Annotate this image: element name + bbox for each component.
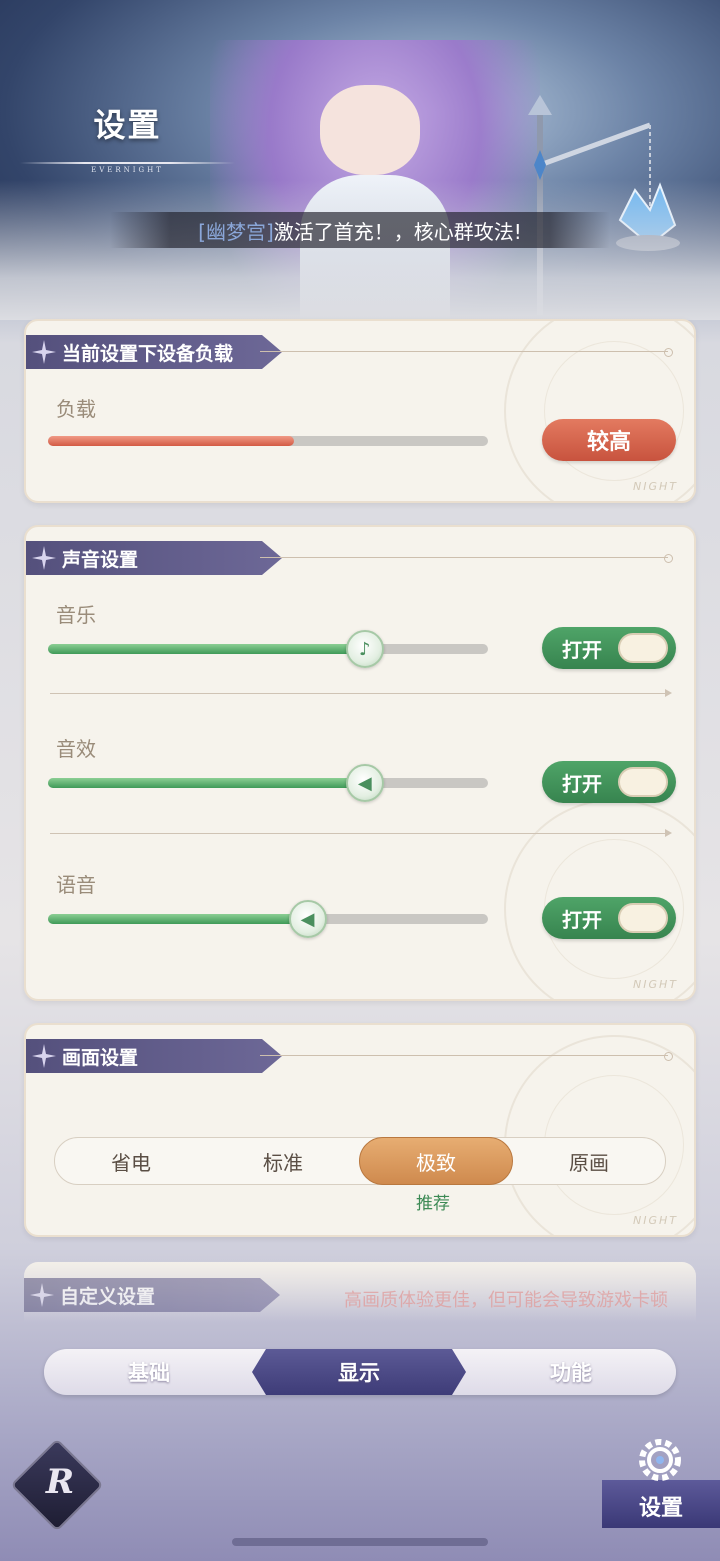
sfx-toggle[interactable]: 打开	[542, 761, 676, 803]
quality-option-ultra[interactable]: 极致	[359, 1137, 513, 1185]
custom-settings-card: 自定义设置 高画质体验更佳，但可能会导致游戏卡顿	[24, 1262, 696, 1322]
voice-slider-fill	[48, 914, 308, 924]
music-toggle[interactable]: 打开	[542, 627, 676, 669]
title-subtitle: EVERNIGHT	[91, 166, 164, 174]
sound-settings-card: NIGHT 声音设置 音乐 ♪ 打开 音效 ◀ 打开 语音 ◀ 打开	[24, 525, 696, 1001]
banner-message: 激活了首充！，核心群攻法!	[273, 219, 522, 244]
logo-letter: R	[45, 1462, 75, 1502]
section-title: 自定义设置	[60, 1285, 156, 1308]
recommend-label: 推荐	[416, 1194, 450, 1214]
music-note-icon[interactable]: ♪	[345, 630, 384, 668]
section-header-load: 当前设置下设备负载	[26, 335, 282, 369]
device-load-card: NIGHT 当前设置下设备负载 负载 较高	[24, 319, 696, 503]
card-watermark: NIGHT	[633, 480, 678, 493]
section-title: 声音设置	[62, 548, 139, 571]
section-title: 画面设置	[62, 1046, 139, 1069]
section-header-display: 画面设置	[26, 1039, 282, 1073]
banner-user: [幽梦宫]	[198, 219, 274, 244]
section-title: 当前设置下设备负载	[62, 342, 234, 365]
compass-star-icon	[32, 340, 56, 364]
character-face	[320, 85, 420, 175]
compass-star-icon	[32, 1044, 56, 1068]
title-ornament: EVERNIGHT	[20, 152, 235, 176]
load-label: 负载	[56, 397, 96, 421]
music-slider-fill	[48, 644, 365, 654]
voice-label: 语音	[56, 873, 96, 897]
quality-option-original[interactable]: 原画	[513, 1137, 665, 1185]
compass-star-icon	[32, 546, 56, 570]
settings-label: 设置	[638, 1495, 683, 1521]
load-level-badge: 较高	[542, 419, 676, 461]
home-indicator[interactable]	[232, 1538, 488, 1546]
sfx-slider[interactable]: ◀	[48, 764, 488, 802]
divider	[50, 689, 672, 697]
music-slider[interactable]: ♪	[48, 630, 488, 668]
toggle-thumb	[618, 633, 668, 663]
page-title: 设置	[93, 106, 162, 144]
toggle-thumb	[618, 903, 668, 933]
voice-slider[interactable]: ◀	[48, 900, 488, 938]
tab-function[interactable]: 功能	[466, 1349, 676, 1395]
toggle-label: 打开	[562, 637, 602, 662]
quality-option-power-save[interactable]: 省电	[55, 1137, 207, 1185]
section-header-sound: 声音设置	[26, 541, 282, 575]
sfx-slider-fill	[48, 778, 365, 788]
music-label: 音乐	[56, 603, 96, 627]
tab-display[interactable]: 显示	[252, 1349, 466, 1395]
gear-icon	[639, 1439, 681, 1481]
section-header-custom: 自定义设置	[24, 1278, 280, 1312]
display-settings-card: NIGHT 画面设置 省电 标准 极致 原画 推荐	[24, 1023, 696, 1237]
custom-hint-text: 高画质体验更佳，但可能会导致游戏卡顿	[344, 1290, 668, 1311]
card-watermark: NIGHT	[633, 978, 678, 991]
settings-corner-button[interactable]: 设置	[602, 1432, 720, 1528]
compass-star-icon	[30, 1283, 54, 1307]
title-block: 设置 EVERNIGHT	[20, 100, 235, 176]
load-bar	[48, 436, 488, 446]
toggle-thumb	[618, 767, 668, 797]
voice-toggle[interactable]: 打开	[542, 897, 676, 939]
card-watermark: NIGHT	[633, 1214, 678, 1227]
quality-option-standard[interactable]: 标准	[207, 1137, 359, 1185]
hero-fade	[0, 180, 720, 320]
toggle-label: 打开	[562, 771, 602, 796]
toggle-label: 打开	[562, 907, 602, 932]
quality-segmented-control: 省电 标准 极致 原画	[54, 1137, 666, 1185]
speaker-icon[interactable]: ◀	[288, 900, 327, 938]
broadcast-banner: [幽梦宫] 激活了首充！，核心群攻法!	[110, 212, 610, 248]
load-bar-fill	[48, 436, 295, 446]
tab-basic[interactable]: 基础	[44, 1349, 254, 1395]
bottom-tab-bar: 基础 显示 功能	[44, 1349, 676, 1395]
speaker-icon[interactable]: ◀	[345, 764, 384, 802]
divider	[50, 829, 672, 837]
sfx-label: 音效	[56, 737, 96, 761]
